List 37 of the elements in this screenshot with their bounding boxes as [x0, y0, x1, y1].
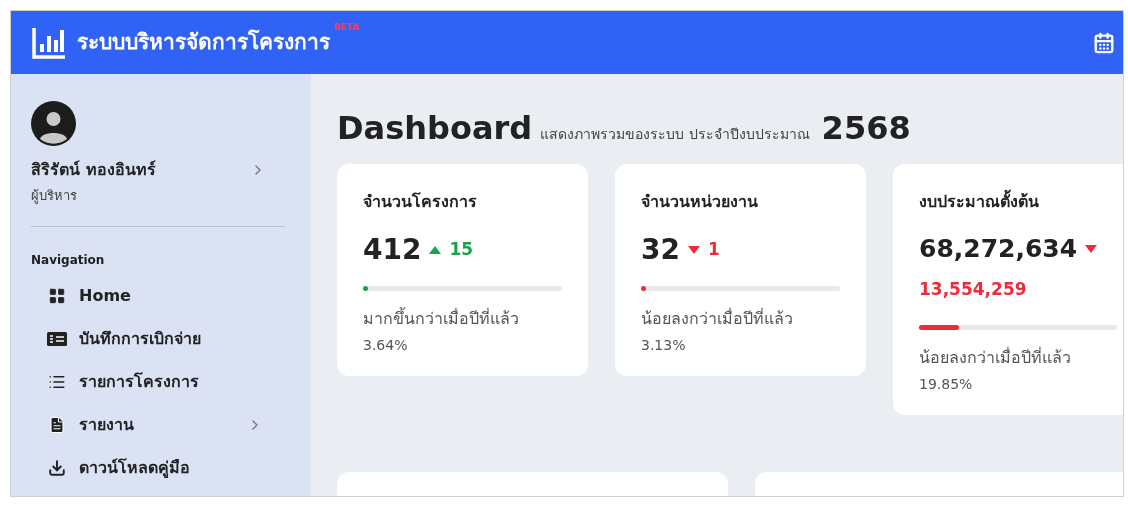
change-note: น้อยลงกว่าเมื่อปีที่แล้ว: [641, 307, 794, 330]
page-title: Dashboard: [337, 108, 533, 149]
nav-item[interactable]: Home: [31, 274, 263, 318]
user-role: ผู้บริหาร: [31, 187, 78, 206]
card-title: จำนวนหน่วยงาน: [641, 191, 759, 213]
avatar-icon: [31, 101, 76, 146]
calendar-icon[interactable]: [1093, 31, 1115, 54]
document-icon: [48, 416, 66, 434]
stat-value: 32: [641, 236, 680, 264]
change-note: น้อยลงกว่าเมื่อปีที่แล้ว: [919, 346, 1072, 369]
stat-value: 412: [363, 236, 422, 264]
nav-item[interactable]: บันทึกการเบิกจ่าย: [31, 317, 263, 361]
change-value: 1: [707, 238, 720, 262]
stat-value: 68,272,634: [919, 236, 1078, 261]
nav-item[interactable]: รายงาน: [31, 403, 263, 447]
nav-item[interactable]: รายการโครงการ: [31, 360, 263, 404]
change-percent: 19.85%: [919, 374, 974, 394]
change-percent: 3.64%: [363, 336, 409, 355]
user-name: สิริรัตน์ ทองอินทร์: [31, 159, 156, 181]
nav-section-label: Navigation: [31, 251, 106, 269]
fiscal-year: 2568: [821, 108, 911, 149]
user-profile-button[interactable]: สิริรัตน์ ทองอินทร์ ผู้บริหาร: [31, 158, 266, 206]
change-value: 13,554,259: [919, 278, 1028, 301]
download-icon: [48, 459, 66, 477]
grid-icon: [48, 287, 66, 305]
money-bill-icon: [47, 332, 67, 346]
bar-chart-icon: [31, 25, 67, 60]
page-subtitle: แสดงภาพรวมของระบบ ประจำปีงบประมาณ: [540, 125, 810, 144]
app-title: ระบบบริหารจัดการโครงการ: [77, 28, 330, 56]
change-note: มากขึ้นกว่าเมื่อปีที่แล้ว: [363, 307, 520, 330]
change-value: 15: [449, 238, 474, 262]
nav-item[interactable]: ดาวน์โหลดคู่มือ: [31, 446, 263, 490]
card-title: งบประมาณตั้งต้น: [919, 190, 1117, 214]
beta-label: BETA: [334, 21, 360, 34]
card-title: จำนวนโครงการ: [363, 191, 478, 213]
change-percent: 3.13%: [641, 336, 687, 355]
checklist-icon: [48, 373, 66, 391]
